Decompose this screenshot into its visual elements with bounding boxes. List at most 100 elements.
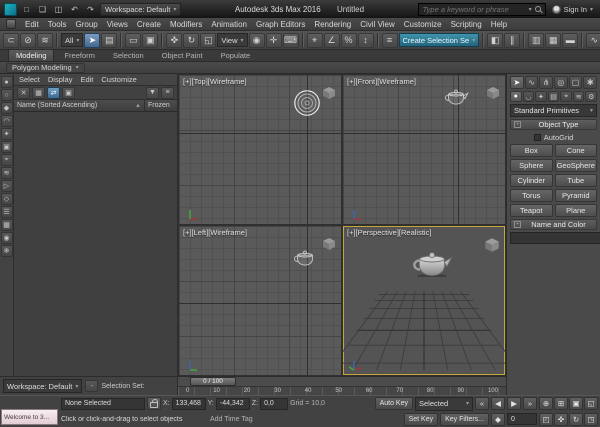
workspace-selector-dropdown[interactable]: Workspace: Default ▾ (3, 379, 83, 393)
play-animation-button[interactable]: ▶ (507, 397, 521, 411)
key-filters-button[interactable]: Key Filters... (440, 412, 490, 426)
menu-item-views[interactable]: Views (107, 20, 128, 29)
menu-item-edit[interactable]: Edit (25, 20, 39, 29)
display-bones-icon[interactable]: ☰ (0, 206, 13, 218)
viewport-front[interactable]: [+][Front][Wireframe] (343, 75, 505, 224)
select-all-icon[interactable]: ▦ (32, 86, 45, 99)
zoom-extents-all-icon[interactable]: ◱ (584, 397, 598, 411)
autogrid-checkbox[interactable] (533, 133, 541, 141)
primitives-category-dropdown[interactable]: Standard Primitives ▾ (510, 104, 597, 117)
filter-display-icon[interactable]: ▼ (146, 86, 159, 99)
display-shapes-icon[interactable]: ◠ (0, 115, 13, 127)
tab-display-icon[interactable]: ▢ (568, 76, 583, 89)
selection-filter-dropdown[interactable]: All ▾ (61, 33, 84, 47)
display-groups-icon[interactable]: ▷ (0, 180, 13, 192)
viewcube-icon[interactable] (321, 236, 337, 252)
mirror-icon[interactable]: ◧ (487, 32, 504, 48)
category-lights-icon[interactable]: ✦ (535, 91, 547, 102)
teapot-left-view[interactable] (292, 248, 318, 266)
menu-item-customize[interactable]: Customize (404, 20, 442, 29)
current-frame-field[interactable]: 0 (507, 413, 538, 426)
category-shapes-icon[interactable]: ◡ (522, 91, 535, 102)
sphere-button[interactable]: Sphere (510, 159, 553, 172)
explorer-item-list[interactable] (14, 112, 177, 376)
layer-explorer-toggle-icon[interactable]: ▦ (545, 32, 562, 48)
ribbon-toggle-icon[interactable]: ▬ (562, 32, 579, 48)
geosphere-button[interactable]: GeoSphere (554, 159, 597, 172)
use-pivot-point-center-icon[interactable]: ◉ (248, 32, 265, 48)
display-helpers-icon[interactable]: ⌖ (0, 154, 13, 166)
add-time-tag[interactable]: Add Time Tag (210, 416, 253, 423)
ribbon-tab-freeform[interactable]: Freeform (56, 49, 102, 61)
display-materials-icon[interactable]: ◉ (0, 232, 13, 244)
plane-button[interactable]: Plane (554, 204, 597, 217)
name-and-color-rollout[interactable]: - Name and Color (510, 219, 597, 230)
tube-button[interactable]: Tube (554, 174, 597, 187)
track-bar[interactable]: 0 10 20 30 40 50 60 70 80 90 100 (178, 386, 506, 395)
auto-key-button[interactable]: Auto Key (374, 397, 413, 411)
key-mode-toggle-button[interactable]: ◆ (491, 412, 506, 426)
zoom-extents-icon[interactable]: ▣ (569, 397, 583, 411)
edit-named-selection-sets-icon[interactable]: ≡ (381, 32, 398, 48)
tab-utilities-icon[interactable]: ✱ (583, 76, 598, 89)
set-key-button[interactable]: Set Key (403, 412, 439, 426)
menu-item-rendering[interactable]: Rendering (314, 20, 351, 29)
application-menu-icon[interactable] (6, 19, 16, 29)
zoom-region-icon[interactable]: ◰ (539, 412, 554, 426)
ribbon-tab-selection[interactable]: Selection (105, 49, 152, 61)
redo-icon[interactable]: ↷ (84, 3, 97, 16)
welcome-window-minimized[interactable]: Welcome to 3... (1, 409, 58, 425)
workspace-settings-icon[interactable]: - (85, 380, 99, 392)
explorer-menu-display[interactable]: Display (48, 75, 73, 84)
display-cameras-icon[interactable]: ▣ (0, 141, 13, 153)
zoom-all-icon[interactable]: ⊞ (554, 397, 568, 411)
time-slider-handle[interactable]: 0 / 100 (190, 377, 236, 386)
tab-create-icon[interactable]: ➤ (510, 76, 524, 89)
tab-motion-icon[interactable]: ◎ (554, 76, 568, 89)
viewport-left[interactable]: [+][Left][Wireframe] (179, 226, 341, 375)
rectangular-selection-region-icon[interactable]: ▭ (125, 32, 142, 48)
sync-selection-icon[interactable]: ⇄ (47, 86, 60, 99)
clear-search-icon[interactable]: ✕ (17, 86, 30, 99)
menu-item-help[interactable]: Help (491, 20, 507, 29)
pan-icon[interactable]: ✜ (554, 412, 569, 426)
tab-hierarchy-icon[interactable]: ⋔ (539, 76, 554, 89)
viewport-perspective[interactable]: [+][Perspective][Realistic] (343, 226, 505, 375)
object-type-rollout[interactable]: - Object Type (510, 119, 597, 130)
search-input[interactable] (422, 4, 526, 14)
cone-button[interactable]: Cone (554, 144, 597, 157)
keyboard-shortcut-override-icon[interactable]: ⌨ (282, 32, 299, 48)
select-object-icon[interactable]: ➤ (84, 32, 101, 48)
bind-to-space-warp-icon[interactable]: ≋ (37, 32, 53, 48)
category-space-warps-icon[interactable]: ≋ (572, 91, 585, 102)
teapot-front-view[interactable] (443, 87, 470, 105)
viewcube-icon[interactable] (485, 85, 501, 101)
ribbon-tab-object-paint[interactable]: Object Paint (154, 49, 211, 61)
display-space-warps-icon[interactable]: ≋ (0, 167, 13, 179)
explorer-menu-edit[interactable]: Edit (80, 75, 93, 84)
viewport-top-label[interactable]: [+][Top][Wireframe] (183, 77, 247, 86)
named-selection-sets-dropdown[interactable]: Create Selection Se ▾ (398, 33, 480, 47)
snaps-toggle-icon[interactable]: ⌖ (306, 32, 323, 48)
window-crossing-icon[interactable]: ▣ (142, 32, 159, 48)
new-scene-icon[interactable]: □ (20, 3, 33, 16)
go-to-start-button[interactable]: « (475, 397, 489, 411)
percent-snap-icon[interactable]: % (340, 32, 357, 48)
undo-icon[interactable]: ↶ (68, 3, 81, 16)
display-all-icon[interactable]: ● (0, 76, 13, 88)
explorer-menu-select[interactable]: Select (19, 75, 40, 84)
tab-modify-icon[interactable]: ∿ (524, 76, 539, 89)
unlink-selection-icon[interactable]: ⊘ (20, 32, 36, 48)
ribbon-tab-populate[interactable]: Populate (213, 49, 259, 61)
3ds-max-logo-icon[interactable] (4, 2, 17, 16)
search-icon[interactable] (534, 6, 541, 12)
previous-frame-button[interactable]: ◀ (491, 397, 505, 411)
menu-item-graph-editors[interactable]: Graph Editors (256, 20, 305, 29)
polygon-modeling-panel-button[interactable]: Polygon Modeling ▾ (6, 62, 85, 73)
coord-y-field[interactable]: -44,342 (215, 397, 250, 410)
scene-explorer-toggle-icon[interactable]: ▥ (528, 32, 545, 48)
reference-coordinate-system-dropdown[interactable]: View ▾ (217, 33, 248, 47)
pyramid-button[interactable]: Pyramid (554, 189, 597, 202)
coord-x-field[interactable]: 133,468 (171, 397, 206, 410)
menu-item-tools[interactable]: Tools (48, 20, 67, 29)
